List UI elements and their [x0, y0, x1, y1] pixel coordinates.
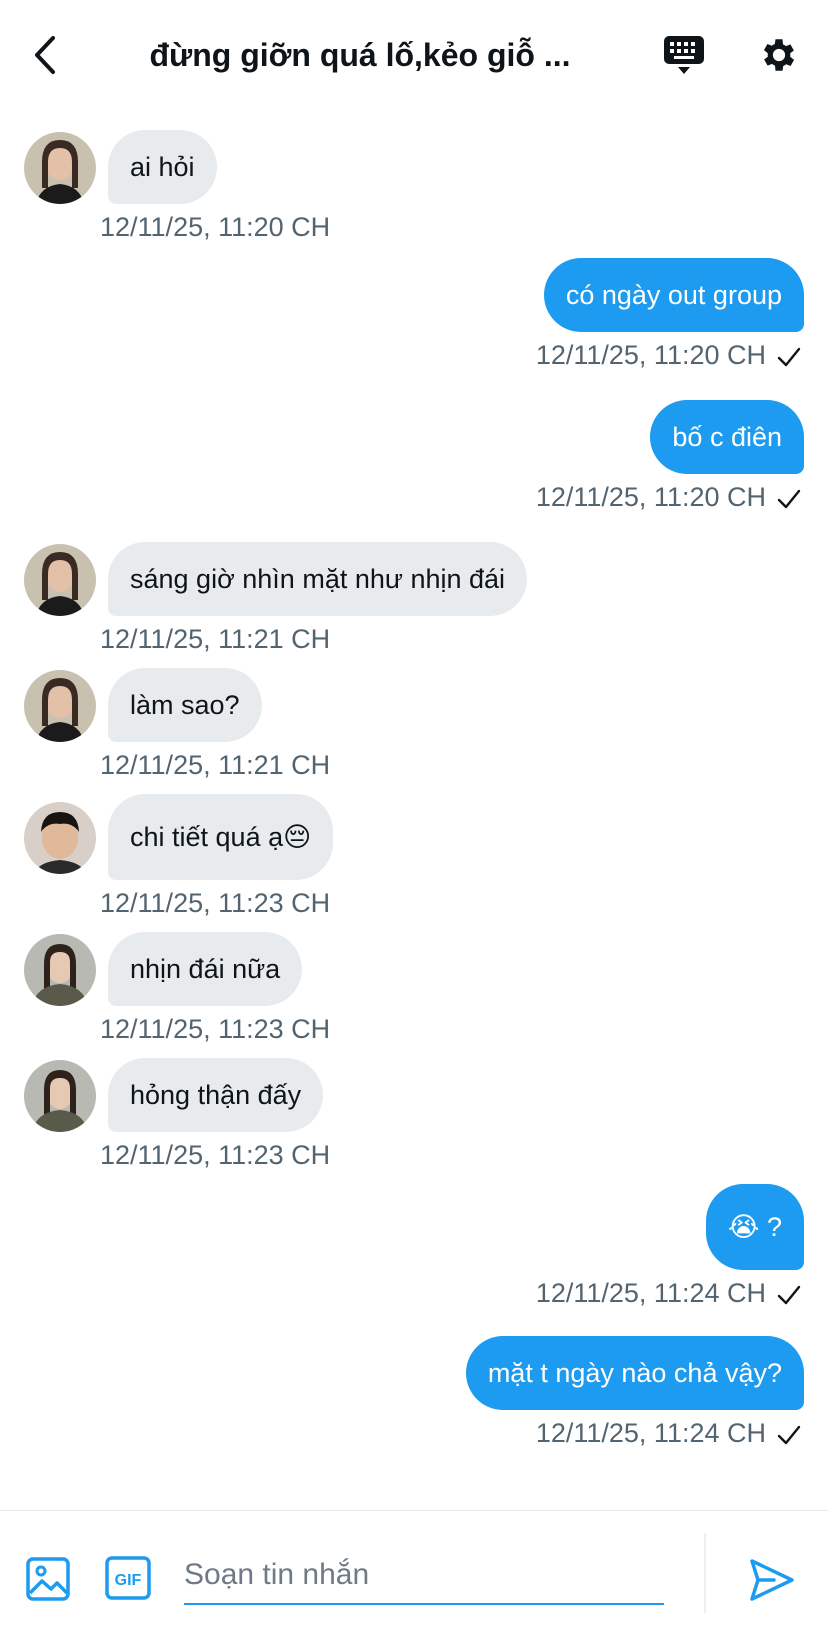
avatar[interactable] — [24, 1060, 96, 1132]
message-bubble[interactable]: ai hỏi — [108, 130, 217, 204]
send-icon — [750, 1559, 794, 1601]
conversation-header: đừng giỡn quá lố,kẻo giỗ ... — [0, 0, 828, 110]
message-timestamp: 12/11/25, 11:23 CH — [100, 1014, 331, 1044]
avatar[interactable] — [24, 132, 96, 204]
avatar[interactable] — [24, 670, 96, 742]
message-bubble[interactable]: sáng giờ nhìn mặt như nhịn đái — [108, 542, 528, 616]
message-timestamp: 12/11/25, 11:24 CH — [535, 1418, 766, 1448]
avatar[interactable] — [24, 544, 96, 616]
dm-conversation-screen: đừng giỡn quá lố,kẻo giỗ ... ai hỏi 12/1… — [0, 0, 828, 1638]
message-composer: GIF — [0, 1510, 828, 1638]
message-timestamp: 12/11/25, 11:24 CH — [535, 1278, 766, 1308]
chevron-left-icon — [35, 36, 55, 74]
message-list[interactable]: ai hỏi 12/11/25, 11:20 CH có ngày out gr… — [0, 110, 828, 1510]
settings-button[interactable] — [752, 30, 806, 80]
message-timestamp: 12/11/25, 11:20 CH — [535, 340, 766, 370]
message-bubble[interactable]: chi tiết quá ạ😔 — [108, 794, 334, 880]
sent-check-icon — [777, 347, 801, 367]
composer-divider — [704, 1533, 706, 1613]
message-timestamp: 12/11/25, 11:21 CH — [100, 624, 331, 654]
message-bubble[interactable]: 😭 ? — [705, 1184, 804, 1270]
message-timestamp: 12/11/25, 11:23 CH — [100, 1140, 331, 1170]
gif-icon: GIF — [105, 1556, 151, 1600]
conversation-title[interactable]: đừng giỡn quá lố,kẻo giỗ ... — [110, 32, 610, 78]
message-timestamp: 12/11/25, 11:23 CH — [100, 888, 331, 918]
avatar[interactable] — [24, 802, 96, 874]
message-bubble[interactable]: có ngày out group — [543, 258, 804, 332]
message-bubble[interactable]: hỏng thận đấy — [108, 1058, 324, 1132]
send-button[interactable] — [748, 1557, 796, 1603]
avatar[interactable] — [24, 934, 96, 1006]
message-timestamp: 12/11/25, 11:20 CH — [100, 212, 331, 242]
svg-text:GIF: GIF — [115, 1572, 142, 1589]
add-media-button[interactable] — [24, 1555, 72, 1603]
message-bubble[interactable]: mặt t ngày nào chả vậy? — [465, 1336, 804, 1410]
message-bubble[interactable]: nhịn đái nữa — [108, 932, 303, 1006]
image-icon — [26, 1557, 70, 1601]
sent-check-icon — [777, 489, 801, 509]
message-timestamp: 12/11/25, 11:21 CH — [100, 750, 331, 780]
gif-button[interactable]: GIF — [104, 1555, 152, 1601]
message-timestamp: 12/11/25, 11:20 CH — [535, 482, 766, 512]
message-bubble[interactable]: làm sao? — [108, 668, 262, 742]
back-button[interactable] — [24, 30, 68, 80]
sent-check-icon — [777, 1425, 801, 1445]
keyboard-icon — [664, 36, 704, 74]
keyboard-button[interactable] — [658, 30, 710, 80]
message-input[interactable] — [184, 1547, 664, 1605]
message-bubble[interactable]: bố c điên — [650, 400, 804, 474]
sent-check-icon — [777, 1285, 801, 1305]
gear-icon — [763, 39, 795, 71]
